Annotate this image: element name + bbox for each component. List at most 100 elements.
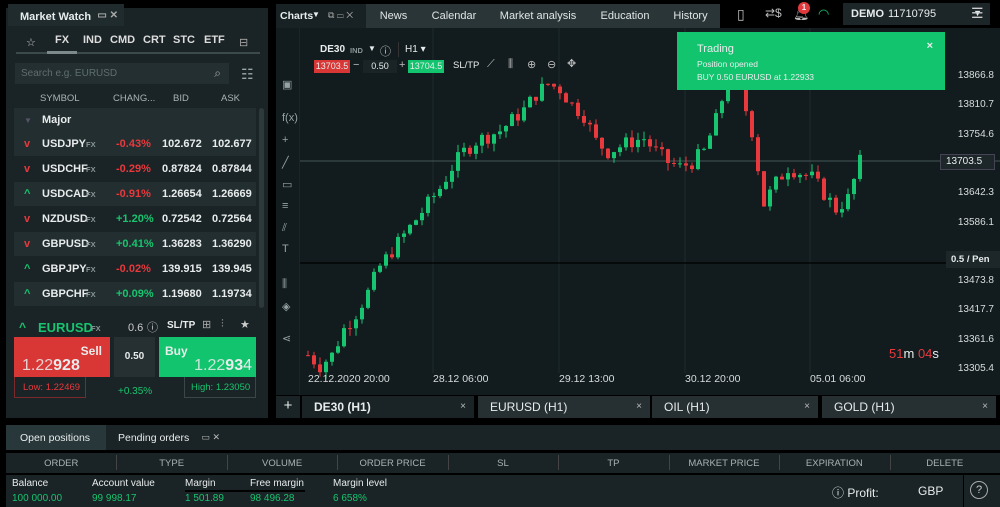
nav-tab-news[interactable]: News (366, 4, 421, 28)
sltp-button[interactable]: SL/TP (167, 320, 195, 331)
column-header[interactable]: MARKET PRICE (669, 458, 779, 469)
channel-tool-icon[interactable]: ⫽ (282, 222, 287, 235)
pan-icon[interactable]: ✥ (567, 57, 576, 70)
layers-icon[interactable]: ◈ (282, 300, 290, 313)
category-crt[interactable]: CRT (143, 34, 166, 52)
chart-tab[interactable]: DE30 (H1) × (302, 396, 474, 418)
buy-button[interactable]: Buy 1.22934 (159, 337, 256, 377)
category-stc[interactable]: STC (173, 34, 195, 52)
column-header[interactable]: SL (448, 458, 558, 469)
volume-input[interactable]: 0.50 (114, 337, 155, 377)
charts-tab[interactable]: Charts ▼ ⧉ ▭ ✕ (276, 4, 366, 28)
column-header[interactable]: EXPIRATION (779, 458, 889, 469)
candle (780, 176, 784, 180)
chart-type-icon[interactable]: ⫼ (282, 278, 287, 291)
close-tab-icon[interactable]: × (982, 401, 988, 412)
list-item[interactable]: ^ GBPCHF FX +0.09% 1.19680 1.19734 (14, 282, 256, 306)
category-etf[interactable]: ETF (204, 34, 225, 52)
symbol-dropdown-icon[interactable]: ▼ (368, 44, 376, 53)
indicator-tool-icon[interactable]: f(x) (282, 112, 298, 124)
search-input[interactable]: Search e.g. EURUSD ⌕ (15, 63, 229, 84)
column-header[interactable]: ORDER (6, 458, 116, 469)
chart-tab[interactable]: EURUSD (H1) × (478, 396, 650, 418)
daily-low: Low: 1.22469 (14, 377, 86, 398)
list-item[interactable]: v GBPUSD FX +0.41% 1.36283 1.36290 (14, 232, 256, 256)
close-icon[interactable]: × (927, 40, 933, 52)
list-item[interactable]: v NZDUSD FX +1.20% 0.72542 0.72564 (14, 207, 256, 231)
list-item[interactable]: ^ USDCAD FX -0.91% 1.26654 1.26669 (14, 182, 256, 206)
depth-icon[interactable]: ⫶ (221, 318, 224, 331)
line-chart-icon[interactable]: ⟋ (487, 58, 495, 71)
x-tick-label: 30.12 20:00 (685, 373, 741, 385)
grid-view-icon[interactable]: ☷ (241, 66, 254, 83)
window-controls-icons[interactable]: ⧉ ▭ ✕ (328, 10, 353, 21)
close-tab-icon[interactable]: × (636, 401, 642, 412)
fibonacci-tool-icon[interactable]: ≡ (282, 200, 288, 212)
column-header[interactable]: DELETE (890, 458, 1000, 469)
help-icon[interactable]: ? (970, 481, 988, 499)
decrease-volume-icon[interactable]: − (353, 59, 359, 71)
add-chart-button[interactable]: + (276, 396, 300, 418)
column-symbol[interactable]: SYMBOL (40, 93, 80, 104)
market-watch-tab[interactable]: Market Watch ▭ ✕ (8, 4, 124, 26)
text-tool-icon[interactable]: T (282, 243, 289, 255)
share-icon[interactable]: ⋖ (282, 332, 291, 345)
profit-currency[interactable]: GBP (918, 484, 943, 498)
candle (654, 146, 658, 148)
dollar-transfer-icon[interactable]: ⇄$ (765, 6, 782, 20)
line-tool-icon[interactable]: ╱ (282, 156, 289, 169)
cursor-tool-icon[interactable]: ▣ (282, 78, 292, 91)
info-icon[interactable]: ⓘ (147, 319, 158, 335)
list-item[interactable]: v USDCHF FX -0.29% 0.87824 0.87844 (14, 157, 256, 181)
list-item[interactable]: ^ GBPJPY FX -0.02% 139.915 139.945 (14, 257, 256, 281)
info-icon[interactable]: ⓘ (380, 43, 391, 59)
inbox-icon[interactable]: ⊟ (239, 36, 248, 49)
chart-symbol[interactable]: DE30 (320, 44, 345, 55)
nav-tab-market-analysis[interactable]: Market analysis (487, 4, 589, 28)
favorites-star-icon[interactable]: ☆ (26, 36, 36, 49)
chart-tab[interactable]: OIL (H1) × (652, 396, 818, 418)
chart-sltp-button[interactable]: SL/TP (453, 60, 479, 71)
nav-tab-education[interactable]: Education (589, 4, 661, 28)
category-fx[interactable]: FX (55, 34, 69, 52)
nav-tab-history[interactable]: History (661, 4, 720, 28)
chart-tab[interactable]: GOLD (H1) × (822, 396, 996, 418)
pending-order-label[interactable]: 0.5 / Pen (946, 251, 1000, 268)
column-bid[interactable]: BID (173, 93, 189, 104)
tab-pending-orders[interactable]: Pending orders ▭ ✕ (106, 425, 230, 450)
zoom-in-icon[interactable]: ⊕ (527, 58, 536, 71)
window-close-icons[interactable]: ▭ ✕ (97, 10, 118, 21)
close-tab-icon[interactable]: × (460, 401, 466, 412)
menu-icon[interactable]: ☰ (971, 5, 984, 22)
column-header[interactable]: ORDER PRICE (337, 458, 447, 469)
category-cmd[interactable]: CMD (110, 34, 135, 52)
account-selector[interactable]: DEMO 11710795 ▼ (843, 3, 990, 25)
candles-icon[interactable]: ⫼ (508, 58, 513, 71)
tab-open-positions[interactable]: Open positions (6, 425, 106, 450)
column-header[interactable]: VOLUME (227, 458, 337, 469)
timeframe-selector[interactable]: H1 ▾ (398, 42, 432, 57)
star-icon[interactable]: ★ (240, 318, 250, 331)
list-item[interactable]: v USDJPY FX -0.43% 102.672 102.677 (14, 132, 256, 156)
chart-buy-button[interactable]: 13704.5 (408, 60, 444, 73)
candle (696, 149, 700, 170)
column-ask[interactable]: ASK (221, 93, 240, 104)
scrollbar[interactable] (259, 108, 264, 308)
group-major[interactable]: ▼ Major (14, 108, 256, 132)
column-change[interactable]: CHANG... (113, 93, 155, 104)
increase-volume-icon[interactable]: + (399, 59, 405, 71)
category-ind[interactable]: IND (83, 34, 102, 52)
chart-sell-button[interactable]: 13703.5 (314, 60, 350, 73)
search-icon[interactable]: ⌕ (214, 66, 221, 81)
column-header[interactable]: TP (558, 458, 668, 469)
rectangle-tool-icon[interactable]: ▭ (282, 178, 292, 191)
column-header[interactable]: TYPE (116, 458, 226, 469)
book-icon[interactable]: ▯ (737, 6, 745, 23)
sell-button[interactable]: Sell 1.22928 (14, 337, 110, 377)
chart-volume-input[interactable]: 0.50 (363, 60, 397, 73)
zoom-out-icon[interactable]: ⊖ (547, 58, 556, 71)
nav-tab-calendar[interactable]: Calendar (421, 4, 487, 28)
add-icon[interactable]: ⊞ (202, 318, 211, 331)
close-tab-icon[interactable]: × (804, 401, 810, 412)
crosshair-tool-icon[interactable]: + (282, 134, 288, 146)
